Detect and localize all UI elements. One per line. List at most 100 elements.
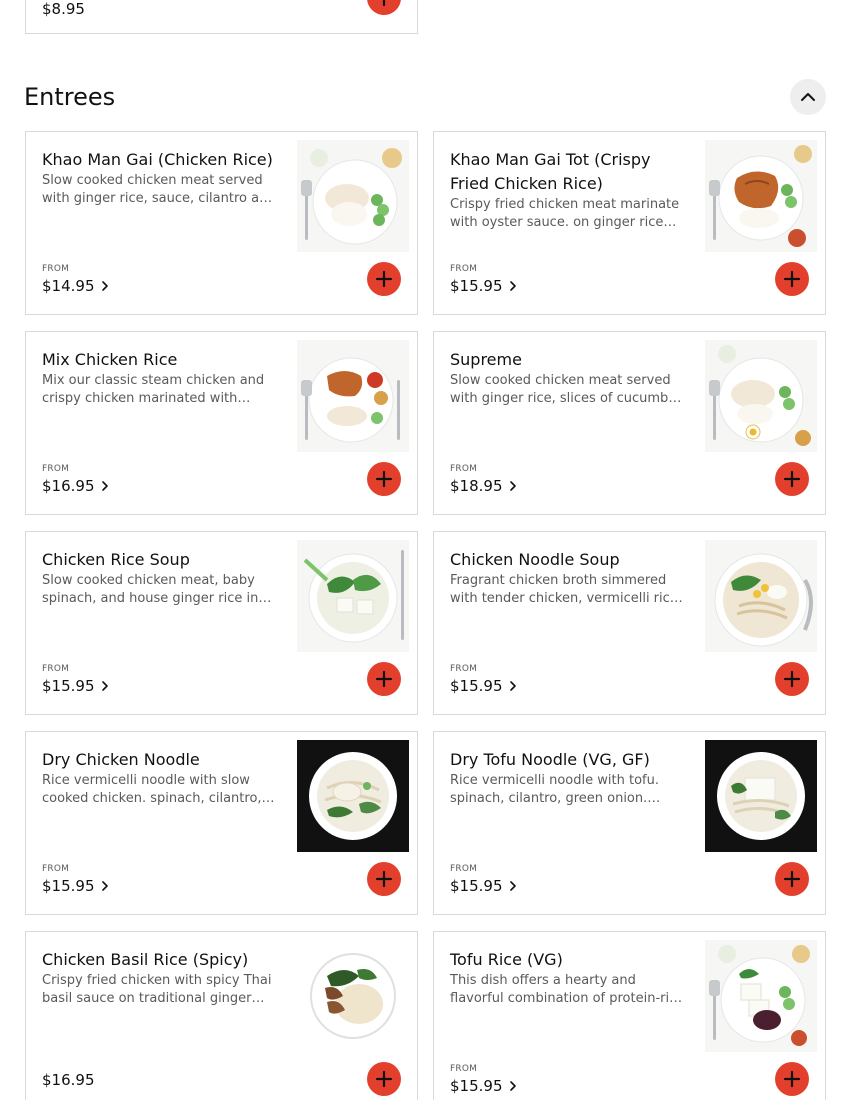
chevron-right-icon	[98, 279, 112, 293]
item-title: Chicken Rice Soup	[42, 550, 190, 569]
item-title: Supreme	[450, 350, 522, 369]
item-description: Slow cooked chicken meat, baby spinach, …	[42, 573, 259, 606]
price-row[interactable]: $15.95	[42, 876, 112, 896]
item-price: $15.95	[450, 677, 503, 695]
price-row[interactable]: $15.95	[450, 1076, 520, 1096]
chevron-right-icon	[506, 679, 520, 693]
plus-icon	[374, 269, 394, 289]
add-to-cart-button[interactable]	[367, 1062, 401, 1096]
item-title: Chicken Noodle Soup	[450, 550, 620, 569]
plus-icon	[782, 669, 802, 689]
item-image	[705, 340, 817, 452]
from-label: FROM	[450, 864, 478, 874]
item-description: Rice vermicelli noodle with slow cooked …	[42, 773, 262, 806]
chevron-right-icon	[506, 1079, 520, 1093]
item-image	[705, 740, 817, 852]
price-row[interactable]: $16.95	[42, 476, 112, 496]
add-to-cart-button[interactable]	[367, 0, 401, 15]
from-label: FROM	[450, 464, 478, 474]
item-image	[705, 940, 817, 1052]
menu-item-card[interactable]: Mix Chicken Rice Mix our classic steam c…	[25, 331, 418, 515]
menu-item-card[interactable]: Tofu Rice (VG) This dish offers a hearty…	[433, 931, 826, 1100]
menu-item-card[interactable]: Chicken Noodle Soup Fragrant chicken bro…	[433, 531, 826, 715]
menu-item-card[interactable]: Chicken Basil Rice (Spicy) Crispy fried …	[25, 931, 418, 1100]
add-to-cart-button[interactable]	[367, 662, 401, 696]
item-description: Rice vermicelli noodle with tofu. spinac…	[450, 773, 659, 806]
item-price: $16.95	[42, 477, 95, 495]
plus-icon	[782, 269, 802, 289]
item-price: $14.95	[42, 277, 95, 295]
item-image	[705, 540, 817, 652]
add-to-cart-button[interactable]	[775, 662, 809, 696]
add-to-cart-button[interactable]	[367, 862, 401, 896]
item-image	[297, 140, 409, 252]
menu-item-card[interactable]: Khao Man Gai (Chicken Rice) Slow cooked …	[25, 131, 418, 315]
plus-icon	[374, 469, 394, 489]
add-to-cart-button[interactable]	[367, 262, 401, 296]
menu-item-card[interactable]: Dry Chicken Noodle Rice vermicelli noodl…	[25, 731, 418, 915]
price-row[interactable]: $14.95	[42, 276, 112, 296]
item-price: $15.95	[42, 877, 95, 895]
menu-item-card[interactable]: Khao Man Gai Tot (Crispy Fried Chicken R…	[433, 131, 826, 315]
item-title: Khao Man Gai Tot (Crispy Fried Chicken R…	[450, 150, 651, 193]
item-title: Chicken Basil Rice (Spicy)	[42, 950, 249, 969]
chevron-right-icon	[506, 479, 520, 493]
chevron-right-icon	[506, 279, 520, 293]
menu-item-card[interactable]: Dry Tofu Noodle (VG, GF) Rice vermicelli…	[433, 731, 826, 915]
price-row[interactable]: $18.95	[450, 476, 520, 496]
price-row[interactable]: $16.95	[42, 1070, 95, 1090]
plus-icon	[374, 869, 394, 889]
from-label: FROM	[42, 464, 70, 474]
menu-item-card-previous[interactable]: $8.95	[25, 0, 418, 34]
item-price: $8.95	[42, 0, 85, 18]
chevron-right-icon	[98, 479, 112, 493]
add-to-cart-button[interactable]	[775, 862, 809, 896]
collapse-section-button[interactable]	[790, 79, 826, 115]
from-label: FROM	[450, 664, 478, 674]
item-description: Crispy fried chicken meat marinate with …	[450, 197, 680, 230]
item-title: Tofu Rice (VG)	[450, 950, 563, 969]
item-price: $15.95	[42, 677, 95, 695]
section-title: Entrees	[24, 83, 116, 111]
item-image	[297, 340, 409, 452]
from-label: FROM	[450, 264, 478, 274]
from-label: FROM	[42, 664, 70, 674]
item-description: Fragrant chicken broth simmered with ten…	[450, 573, 678, 606]
item-description: Mix our classic steam chicken and crispy…	[42, 373, 265, 406]
item-description: Slow cooked chicken meat served with gin…	[450, 373, 682, 406]
price-row[interactable]: $15.95	[450, 276, 520, 296]
price-row[interactable]: $15.95	[42, 676, 112, 696]
item-price: $16.95	[42, 1071, 95, 1089]
item-title: Dry Chicken Noodle	[42, 750, 200, 769]
add-to-cart-button[interactable]	[775, 1062, 809, 1096]
item-title: Mix Chicken Rice	[42, 350, 178, 369]
menu-item-card[interactable]: Chicken Rice Soup Slow cooked chicken me…	[25, 531, 418, 715]
add-to-cart-button[interactable]	[775, 262, 809, 296]
price-row[interactable]: $15.95	[450, 676, 520, 696]
menu-item-card[interactable]: Supreme Slow cooked chicken meat served …	[433, 331, 826, 515]
chevron-right-icon	[506, 879, 520, 893]
plus-icon	[782, 869, 802, 889]
item-title: Dry Tofu Noodle (VG, GF)	[450, 750, 650, 769]
plus-icon	[782, 1069, 802, 1089]
item-description: This dish offers a hearty and flavorful …	[450, 973, 685, 1006]
add-to-cart-button[interactable]	[775, 462, 809, 496]
add-to-cart-button[interactable]	[367, 462, 401, 496]
price-row[interactable]: $15.95	[450, 876, 520, 896]
from-label: FROM	[450, 1064, 478, 1074]
chevron-up-icon	[801, 93, 815, 101]
plus-icon	[374, 1069, 394, 1089]
item-image	[297, 540, 409, 652]
item-price: $15.95	[450, 1077, 503, 1095]
plus-icon	[374, 0, 394, 8]
price-row: $8.95	[42, 0, 85, 19]
plus-icon	[374, 669, 394, 689]
item-image	[297, 940, 409, 1052]
item-description: Slow cooked chicken meat served with gin…	[42, 173, 276, 206]
item-price: $15.95	[450, 277, 503, 295]
item-description: Crispy fried chicken with spicy Thai bas…	[42, 973, 272, 1006]
chevron-right-icon	[98, 679, 112, 693]
plus-icon	[782, 469, 802, 489]
chevron-right-icon	[98, 879, 112, 893]
from-label: FROM	[42, 264, 70, 274]
